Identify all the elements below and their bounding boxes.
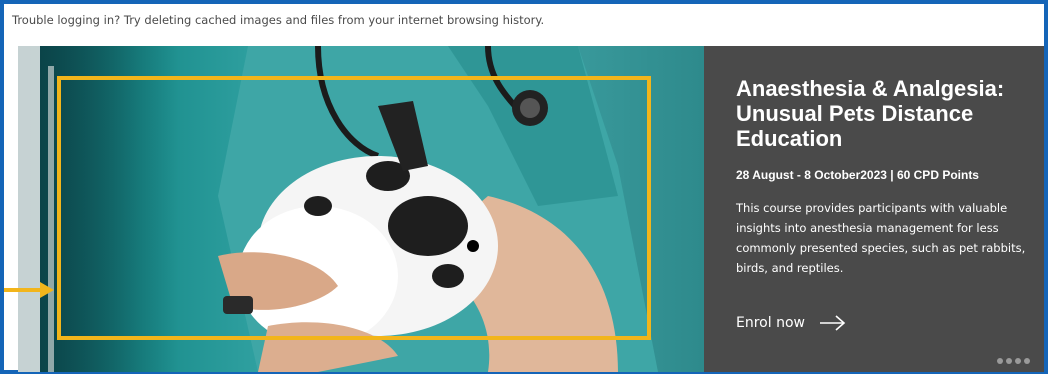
course-panel: Anaesthesia & Analgesia: Unusual Pets Di… (704, 46, 1044, 372)
enrol-now-link[interactable]: Enrol now (736, 314, 847, 332)
carousel-dot-2[interactable] (1006, 358, 1012, 364)
highlight-box (57, 76, 651, 340)
course-title: Anaesthesia & Analgesia: Unusual Pets Di… (736, 76, 1005, 151)
enrol-now-label: Enrol now (736, 315, 805, 331)
login-notice: Trouble logging in? Try deleting cached … (12, 13, 545, 27)
carousel-dot-3[interactable] (1015, 358, 1021, 364)
pointer-arrow-icon (4, 282, 54, 298)
carousel-dot-1[interactable] (997, 358, 1003, 364)
page-frame: Trouble logging in? Try deleting cached … (0, 0, 1048, 374)
carousel-dot-4[interactable] (1024, 358, 1030, 364)
carousel-dots (997, 358, 1030, 364)
arrow-right-icon (819, 315, 846, 331)
course-dates: 28 August - 8 October2023 | 60 CPD Point… (736, 168, 979, 182)
course-description: This course provides participants with v… (736, 201, 1026, 275)
